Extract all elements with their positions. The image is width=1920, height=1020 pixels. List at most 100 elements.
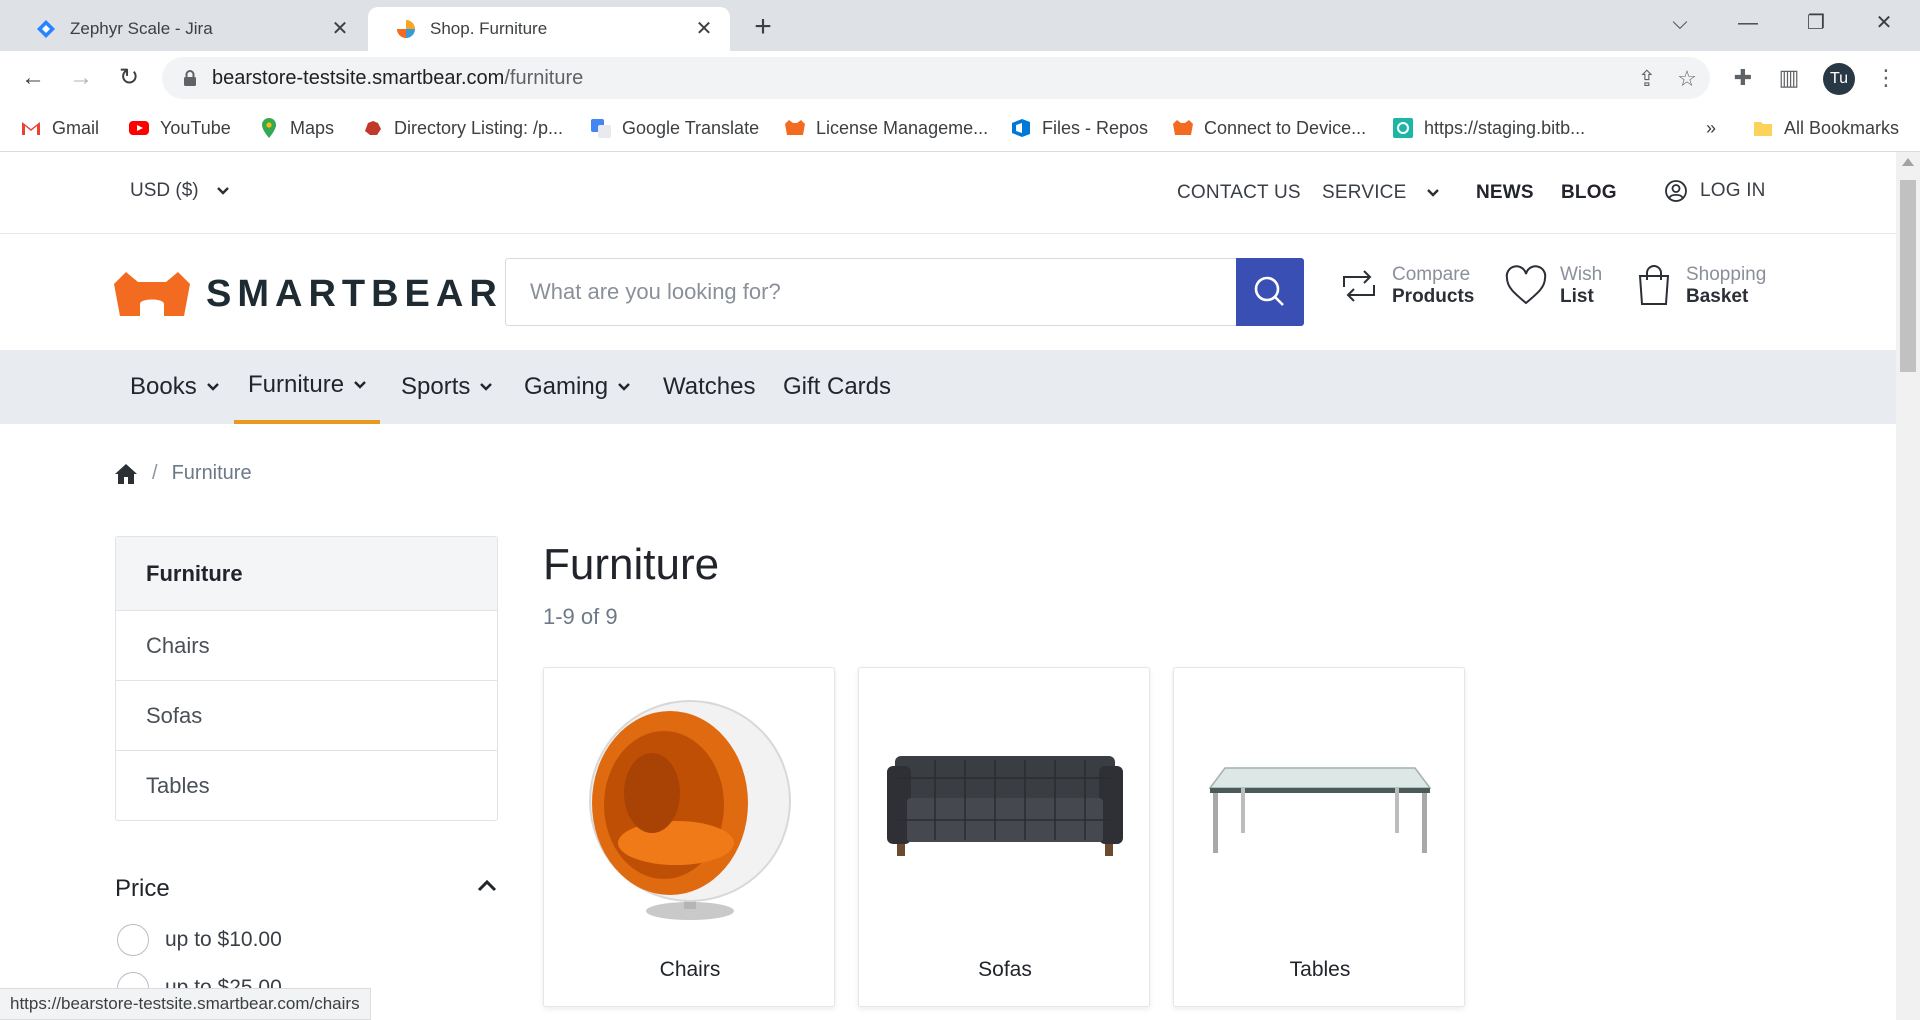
sidebar-item-tables[interactable]: Tables: [116, 750, 497, 820]
jira-icon: [37, 20, 55, 38]
chevron-down-icon: [206, 383, 219, 391]
menu-icon[interactable]: ⋮: [1873, 65, 1899, 91]
nav-watches[interactable]: Watches: [649, 350, 769, 424]
compare-icon: [1343, 270, 1375, 302]
all-bookmarks-folder[interactable]: All Bookmarks: [1752, 115, 1899, 141]
chevron-down-icon: [217, 187, 229, 195]
profile-avatar[interactable]: Tu: [1823, 63, 1855, 95]
currency-label: USD ($): [130, 180, 199, 201]
site-top-bar: USD ($) CONTACT US SERVICE NEWS BLOG LOG…: [0, 152, 1896, 234]
extensions-icon[interactable]: ✚: [1730, 65, 1756, 91]
nav-books[interactable]: Books: [116, 350, 233, 424]
bookmark-connect-to-device[interactable]: Connect to Device...: [1172, 115, 1366, 141]
search-button[interactable]: [1236, 258, 1304, 326]
blog-link[interactable]: BLOG: [1561, 182, 1617, 204]
bookmarks-overflow-button[interactable]: »: [1706, 115, 1716, 141]
smartbear-icon: [1173, 120, 1193, 135]
sidebar-item-sofas[interactable]: Sofas: [116, 680, 497, 750]
nav-label: Furniture: [248, 371, 345, 398]
nav-label: Watches: [663, 373, 756, 400]
product-label[interactable]: Chairs: [544, 958, 836, 982]
side-panel-icon[interactable]: ▥: [1776, 65, 1802, 91]
bookmark-directory-listing[interactable]: Directory Listing: /p...: [362, 115, 563, 141]
sidebar-item-chairs[interactable]: Chairs: [116, 610, 497, 680]
login-label: LOG IN: [1700, 180, 1766, 201]
nav-gaming[interactable]: Gaming: [510, 350, 644, 424]
radio-button[interactable]: [117, 924, 149, 956]
nav-label: Books: [130, 373, 197, 400]
wishlist-button[interactable]: Wish List: [1504, 264, 1602, 308]
bookmark-label: All Bookmarks: [1784, 117, 1900, 138]
tab-search-icon[interactable]: ⌵: [1660, 8, 1700, 38]
smartbear-logo-icon: [114, 272, 190, 316]
heart-icon: [1505, 265, 1547, 305]
restore-button[interactable]: ❐: [1796, 8, 1836, 38]
bookmark-gmail[interactable]: Gmail: [20, 115, 99, 141]
shopping-basket-button[interactable]: Shopping Basket: [1634, 264, 1766, 308]
product-label[interactable]: Sofas: [859, 958, 1151, 982]
scrollbar-thumb[interactable]: [1900, 180, 1916, 372]
translate-icon: [591, 119, 611, 138]
bookmark-label: Gmail: [52, 117, 100, 138]
category-navigation: Books Furniture Sports Gaming Watches Gi…: [0, 350, 1896, 424]
chevron-up-icon[interactable]: [474, 873, 500, 899]
minimize-button[interactable]: —: [1728, 8, 1768, 38]
currency-selector[interactable]: USD ($): [130, 180, 230, 202]
price-filter-title: Price: [115, 875, 170, 902]
address-bar[interactable]: bearstore-testsite.smartbear.com/furnitu…: [162, 57, 1710, 99]
nav-gift-cards[interactable]: Gift Cards: [769, 350, 905, 424]
nav-furniture[interactable]: Furniture: [234, 350, 381, 424]
reload-button[interactable]: ↻: [114, 63, 144, 93]
bookmark-star-icon[interactable]: ☆: [1674, 66, 1700, 92]
product-card-tables[interactable]: Tables: [1173, 667, 1465, 1007]
contact-us-link[interactable]: CONTACT US: [1177, 182, 1301, 204]
logo-wordmark: SMARTBEAR: [206, 272, 503, 315]
page-scrollbar[interactable]: [1896, 152, 1920, 1020]
close-icon[interactable]: ✕: [694, 19, 714, 39]
compare-line2: Products: [1392, 286, 1475, 307]
bookmark-license-management[interactable]: License Manageme...: [784, 115, 988, 141]
compare-products-button[interactable]: Compare Products: [1338, 264, 1474, 308]
service-menu[interactable]: SERVICE: [1322, 182, 1440, 204]
nav-sports[interactable]: Sports: [387, 350, 506, 424]
new-tab-button[interactable]: +: [748, 12, 778, 42]
directory-icon: [365, 121, 381, 135]
search-input[interactable]: [506, 259, 1236, 325]
product-card-sofas[interactable]: Sofas: [858, 667, 1150, 1007]
forward-button[interactable]: →: [66, 63, 96, 93]
bookmark-staging-bitbar[interactable]: https://staging.bitb...: [1392, 115, 1585, 141]
bookmark-maps[interactable]: Maps: [258, 115, 334, 141]
bookmark-label: Google Translate: [622, 117, 760, 138]
window-close-button[interactable]: ✕: [1864, 8, 1904, 38]
bookmark-label: YouTube: [160, 117, 231, 138]
product-card-chairs[interactable]: Chairs: [543, 667, 835, 1007]
back-button[interactable]: ←: [18, 63, 48, 93]
bookmark-google-translate[interactable]: Google Translate: [590, 115, 759, 141]
smartbear-tab-icon: [397, 20, 415, 38]
breadcrumb-separator: /: [152, 462, 158, 484]
product-label[interactable]: Tables: [1174, 958, 1466, 982]
bookmark-youtube[interactable]: YouTube: [128, 115, 231, 141]
sidebar-item-furniture[interactable]: Furniture: [116, 537, 497, 610]
smartbear-logo[interactable]: SMARTBEAR: [112, 270, 503, 318]
scroll-up-arrow[interactable]: [1902, 158, 1914, 166]
chevron-down-icon: [354, 381, 366, 389]
share-icon[interactable]: ⇪: [1634, 66, 1660, 92]
chevron-down-icon: [1427, 189, 1439, 197]
login-link[interactable]: LOG IN: [1664, 179, 1766, 203]
tab-zephyr-jira[interactable]: Zephyr Scale - Jira ✕: [8, 7, 366, 51]
bookmarks-bar: Gmail YouTube Maps Directory Listing: /p…: [0, 105, 1920, 152]
news-link[interactable]: NEWS: [1476, 182, 1534, 204]
bookmark-files-repos[interactable]: Files - Repos: [1010, 115, 1148, 141]
tab-shop-furniture[interactable]: Shop. Furniture ✕: [368, 7, 730, 51]
search-icon: [1254, 276, 1284, 306]
bookmark-label: License Manageme...: [816, 117, 989, 138]
gmail-icon: [22, 122, 40, 135]
chevron-down-icon: [618, 383, 630, 391]
price-option-10[interactable]: up to $10.00: [117, 924, 282, 956]
home-icon[interactable]: [114, 463, 138, 485]
close-icon[interactable]: ✕: [330, 19, 350, 39]
lock-icon: [184, 70, 196, 86]
nav-label: Gift Cards: [783, 373, 892, 400]
result-count: 1-9 of 9: [543, 604, 618, 629]
